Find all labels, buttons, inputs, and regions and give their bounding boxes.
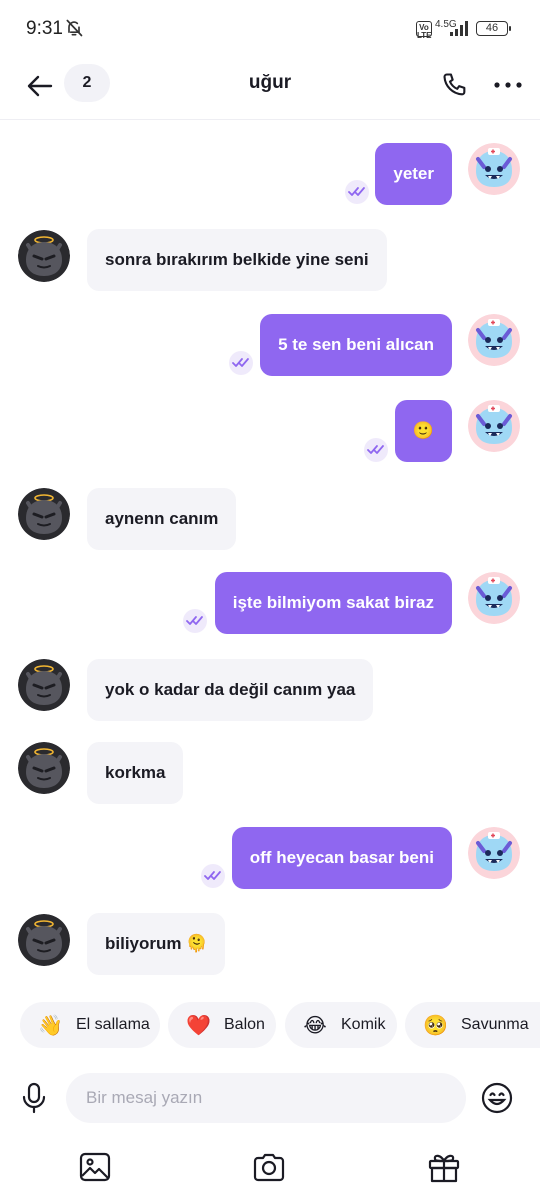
read-receipt-icon [201,864,225,888]
message-bubble-in[interactable]: sonra bırakırım belkide yine seni [87,229,387,291]
read-receipt-icon [183,609,207,633]
call-button[interactable] [436,66,474,104]
heart-emoji-icon: ❤️ [186,1014,211,1037]
microphone-icon [22,1082,46,1114]
message-text: off heyecan basar beni [249,848,434,867]
emoji-picker-button[interactable] [480,1081,514,1115]
unread-count-badge[interactable]: 2 [64,64,110,102]
read-receipt-icon [229,351,253,375]
message-text: 🙂 [412,421,434,440]
my-avatar[interactable] [468,827,520,879]
image-icon [79,1152,111,1182]
volte-badge: Vo LTE [416,21,432,40]
more-horizontal-icon [494,82,522,88]
back-button[interactable] [20,66,60,106]
arrow-left-icon [27,75,53,97]
wave-emoji-icon: 👋 [38,1014,63,1037]
message-list[interactable]: yeter sonra bırakırım belkide yine seni … [0,121,540,991]
reaction-label: El sallama [76,1016,150,1033]
my-avatar[interactable] [468,143,520,195]
reaction-label: Komik [341,1016,386,1033]
bell-off-icon [66,19,83,37]
voice-message-button[interactable] [16,1080,52,1116]
my-avatar[interactable] [468,314,520,366]
reaction-label: Savunma [461,1016,529,1033]
signal-icon [450,21,468,36]
status-bar: 9:31 Vo LTE 4.5G 46 [0,0,540,56]
smiley-icon [481,1082,513,1114]
reaction-label: Balon [224,1016,265,1033]
battery-indicator: 46 [476,21,511,36]
message-bubble-out[interactable]: 🙂 [394,400,452,462]
more-options-button[interactable] [488,66,528,104]
message-bubble-in[interactable]: aynenn canım [87,488,237,550]
contact-avatar[interactable] [18,742,70,794]
chat-header: 2 uğur [0,56,540,120]
camera-button[interactable] [251,1150,287,1184]
reaction-chip-laugh[interactable]: 😂 Komik [285,1002,397,1048]
message-bubble-out[interactable]: yeter [375,143,452,205]
message-text: 5 te sen beni alıcan [278,335,434,354]
status-time: 9:31 [26,18,63,39]
message-text: aynenn canım [105,509,219,528]
contact-avatar[interactable] [18,488,70,540]
read-receipt-icon [364,438,388,462]
my-avatar[interactable] [468,572,520,624]
message-text: işte bilmiyom sakat biraz [232,593,434,612]
message-text: korkma [105,763,166,782]
my-avatar[interactable] [468,400,520,452]
message-text: yok o kadar da değil canım yaa [105,680,356,699]
reaction-chip-wave[interactable]: 👋 El sallama [20,1002,160,1048]
reaction-chip-heart[interactable]: ❤️ Balon [168,1002,276,1048]
message-bubble-in[interactable]: korkma [87,742,184,804]
camera-icon [253,1153,285,1182]
reaction-chip-pleading[interactable]: 🥺 Savunma [405,1002,540,1048]
message-bubble-out[interactable]: 5 te sen beni alıcan [260,314,452,376]
pleading-emoji-icon: 🥺 [423,1014,448,1037]
message-bubble-in[interactable]: yok o kadar da değil canım yaa [87,659,374,721]
contact-avatar[interactable] [18,914,70,966]
message-text: sonra bırakırım belkide yine seni [105,250,369,269]
message-input[interactable] [66,1073,466,1123]
laugh-emoji-icon: 😂 [303,1014,327,1037]
message-text: biliyorum 🫠 [105,934,208,953]
message-bubble-in[interactable]: biliyorum 🫠 [87,913,226,975]
message-text: yeter [393,164,434,183]
quick-reactions: 👋 El sallama ❤️ Balon 😂 Komik 🥺 Savunma [0,1002,540,1050]
phone-icon [443,73,466,96]
contact-avatar[interactable] [18,230,70,282]
message-bubble-out[interactable]: off heyecan basar beni [231,827,452,889]
gift-button[interactable] [426,1150,462,1184]
contact-avatar[interactable] [18,659,70,711]
gift-icon [428,1154,460,1183]
gallery-button[interactable] [77,1150,113,1184]
message-bubble-out[interactable]: işte bilmiyom sakat biraz [214,572,452,634]
read-receipt-icon [345,180,369,204]
